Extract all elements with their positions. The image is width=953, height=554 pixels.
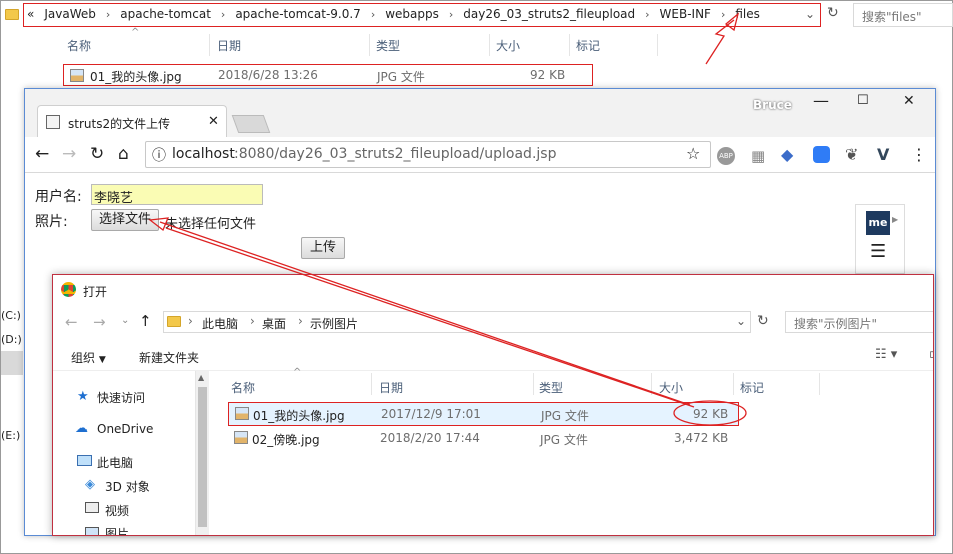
annotation-arrow-line bbox=[165, 227, 695, 408]
annotation-arrowhead bbox=[148, 217, 170, 232]
size-highlight-ellipse bbox=[673, 400, 747, 426]
annotation-overlay bbox=[148, 12, 747, 426]
annotation-arrow-line bbox=[159, 221, 691, 406]
